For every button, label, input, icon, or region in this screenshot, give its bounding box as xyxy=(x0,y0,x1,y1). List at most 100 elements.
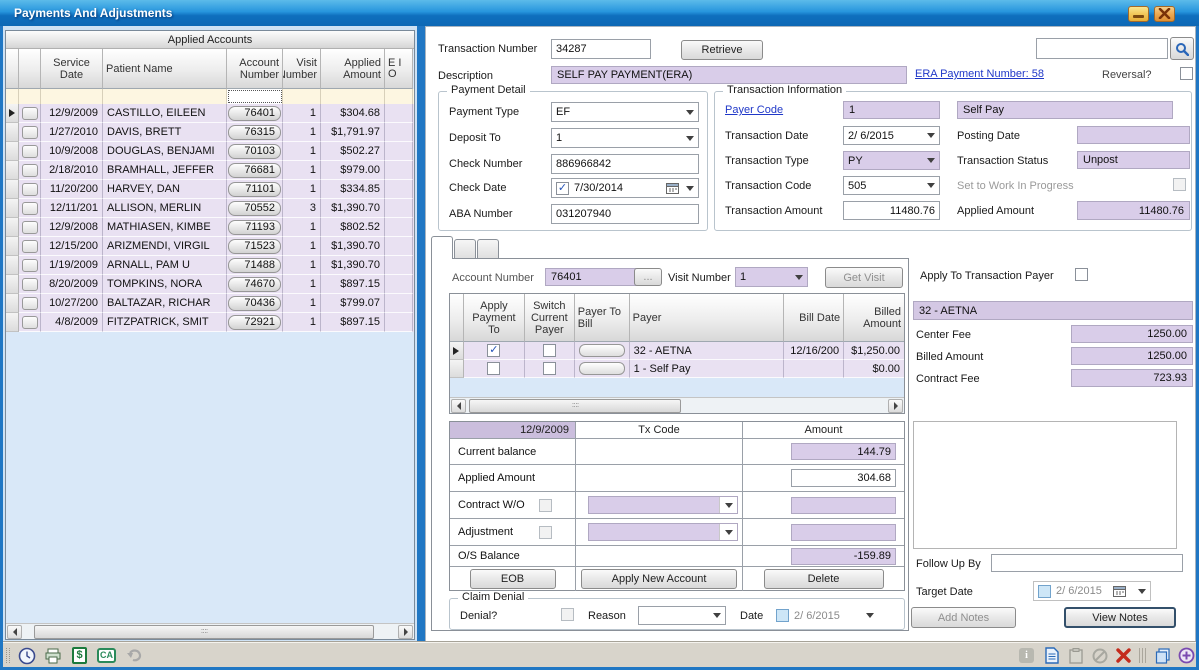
row-selector[interactable] xyxy=(6,256,19,275)
table-row[interactable]: 1/27/2010 DAVIS, BRETT 76315 1 $1,791.97 xyxy=(6,123,414,142)
cell-applied-amount[interactable]: $1,390.70 xyxy=(321,199,385,218)
row-expand-cell[interactable] xyxy=(19,218,41,237)
cell-service-date[interactable]: 1/19/2009 xyxy=(41,256,103,275)
adjustment-checkbox[interactable] xyxy=(539,526,552,539)
apply-to-transaction-payer-checkbox[interactable] xyxy=(1075,268,1088,281)
cell-patient-name[interactable]: MATHIASEN, KIMBE xyxy=(103,218,227,237)
payer-header-payer-to-bill[interactable]: Payer To Bill xyxy=(575,294,630,342)
scroll-right-button[interactable] xyxy=(398,625,413,639)
row-expand-button[interactable] xyxy=(22,107,38,120)
contract-wo-checkbox[interactable] xyxy=(539,499,552,512)
cell-patient-name[interactable]: ARIZMENDI, VIRGIL xyxy=(103,237,227,256)
get-visit-button[interactable]: Get Visit xyxy=(825,267,903,288)
account-number-button[interactable]: 70103 xyxy=(228,144,281,159)
description-field[interactable]: SELF PAY PAYMENT(ERA) xyxy=(551,66,907,84)
cell-visit-number[interactable]: 1 xyxy=(283,256,321,275)
cell-billed-amount[interactable]: $0.00 xyxy=(844,360,904,378)
row-selector[interactable] xyxy=(6,123,19,142)
cell-bill-date[interactable]: 12/16/200 xyxy=(784,342,844,360)
row-expand-button[interactable] xyxy=(22,259,38,272)
row-expand-cell[interactable] xyxy=(19,104,41,123)
cell-visit-number[interactable]: 1 xyxy=(283,161,321,180)
filter-cell-applied-amount[interactable] xyxy=(321,89,385,104)
applied-amount-input[interactable]: 304.68 xyxy=(791,469,896,487)
cell-visit-number[interactable]: 1 xyxy=(283,237,321,256)
row-expand-button[interactable] xyxy=(22,183,38,196)
cell-applied-amount[interactable]: $1,390.70 xyxy=(321,237,385,256)
cell-service-date[interactable]: 12/11/201 xyxy=(41,199,103,218)
header-applied-amount[interactable]: Applied Amount xyxy=(321,49,385,89)
row-selector[interactable] xyxy=(6,104,19,123)
cell-patient-name[interactable]: BRAMHALL, JEFFER xyxy=(103,161,227,180)
account-number-button[interactable]: 74670 xyxy=(228,277,281,292)
scroll-left-button[interactable] xyxy=(451,399,466,413)
account-number-button[interactable]: 70436 xyxy=(228,296,281,311)
cell-service-date[interactable]: 8/20/2009 xyxy=(41,275,103,294)
row-expand-button[interactable] xyxy=(22,145,38,158)
row-selector[interactable] xyxy=(6,294,19,313)
check-date-picker[interactable]: ✓ 7/30/2014 xyxy=(551,178,699,198)
row-expand-cell[interactable] xyxy=(19,199,41,218)
cell-visit-number[interactable]: 3 xyxy=(283,199,321,218)
account-number-button[interactable]: 71523 xyxy=(228,239,281,254)
cell-applied-amount[interactable]: $979.00 xyxy=(321,161,385,180)
transaction-date-combo[interactable]: 2/ 6/2015 xyxy=(843,126,940,145)
filter-cell-patient-name[interactable] xyxy=(103,89,227,104)
row-selector[interactable] xyxy=(6,275,19,294)
cell-patient-name[interactable]: ALLISON, MERLIN xyxy=(103,199,227,218)
scroll-thumb[interactable] xyxy=(34,625,374,639)
cell-visit-number[interactable]: 1 xyxy=(283,313,321,332)
account-number-button[interactable]: 71488 xyxy=(228,258,281,273)
cell-account-number[interactable]: 72921 xyxy=(227,313,283,332)
row-selector[interactable] xyxy=(6,180,19,199)
search-button[interactable] xyxy=(1170,37,1194,60)
row-expand-button[interactable] xyxy=(22,202,38,215)
row-selector[interactable] xyxy=(450,342,464,360)
row-selector[interactable] xyxy=(6,237,19,256)
switch-payer-checkbox[interactable] xyxy=(543,344,556,357)
cell-account-number[interactable]: 74670 xyxy=(227,275,283,294)
header-account-number[interactable]: Account Number xyxy=(227,49,283,89)
target-date-checkbox[interactable] xyxy=(1038,585,1051,598)
panel-splitter[interactable] xyxy=(417,26,425,642)
cell-service-date[interactable]: 12/15/200 xyxy=(41,237,103,256)
payment-type-combo[interactable]: EF xyxy=(551,102,699,122)
cell-applied-amount[interactable]: $897.15 xyxy=(321,275,385,294)
cell-payer[interactable]: 1 - Self Pay xyxy=(630,360,785,378)
row-selector[interactable] xyxy=(6,161,19,180)
row-expand-cell[interactable] xyxy=(19,180,41,199)
payer-code-link[interactable]: Payer Code xyxy=(725,104,783,116)
filter-cell-account-number[interactable] xyxy=(227,89,283,104)
table-row[interactable]: ✓ 32 - AETNA 12/16/200 $1,250.00 xyxy=(450,342,904,360)
retrieve-button[interactable]: Retrieve xyxy=(681,40,763,60)
payer-to-bill-button[interactable] xyxy=(579,362,625,375)
table-row[interactable]: 11/20/200 HARVEY, DAN 71101 1 $334.85 xyxy=(6,180,414,199)
follow-up-by-input[interactable] xyxy=(991,554,1183,572)
account-number-button[interactable]: 71193 xyxy=(228,220,281,235)
close-button[interactable] xyxy=(1154,6,1175,22)
cell-account-number[interactable]: 76401 xyxy=(227,104,283,123)
row-selector[interactable] xyxy=(6,142,19,161)
cell-visit-number[interactable]: 1 xyxy=(283,294,321,313)
row-expand-cell[interactable] xyxy=(19,275,41,294)
apply-payment-checkbox[interactable] xyxy=(487,362,500,375)
denial-date-picker[interactable]: 2/ 6/2015 xyxy=(772,606,878,625)
row-expand-button[interactable] xyxy=(22,278,38,291)
cell-account-number[interactable]: 71488 xyxy=(227,256,283,275)
account-number-button[interactable]: 71101 xyxy=(228,182,281,197)
cell-switch-payer[interactable] xyxy=(525,360,575,378)
cell-apply-payment[interactable] xyxy=(464,360,525,378)
contract-wo-amount-field[interactable] xyxy=(791,497,896,514)
adjustment-amount-field[interactable] xyxy=(791,524,896,541)
apply-payment-checkbox[interactable]: ✓ xyxy=(487,344,500,357)
print-icon[interactable] xyxy=(43,646,62,665)
tab[interactable] xyxy=(431,236,453,259)
cell-switch-payer[interactable] xyxy=(525,342,575,360)
transaction-amount-input[interactable]: 11480.76 xyxy=(843,201,940,220)
cell-applied-amount[interactable]: $1,390.70 xyxy=(321,256,385,275)
minimize-button[interactable] xyxy=(1128,6,1149,22)
row-expand-button[interactable] xyxy=(22,297,38,310)
aba-number-input[interactable]: 031207940 xyxy=(551,204,699,224)
payer-header-billed-amount[interactable]: Billed Amount xyxy=(844,294,904,342)
cell-patient-name[interactable]: BALTAZAR, RICHAR xyxy=(103,294,227,313)
